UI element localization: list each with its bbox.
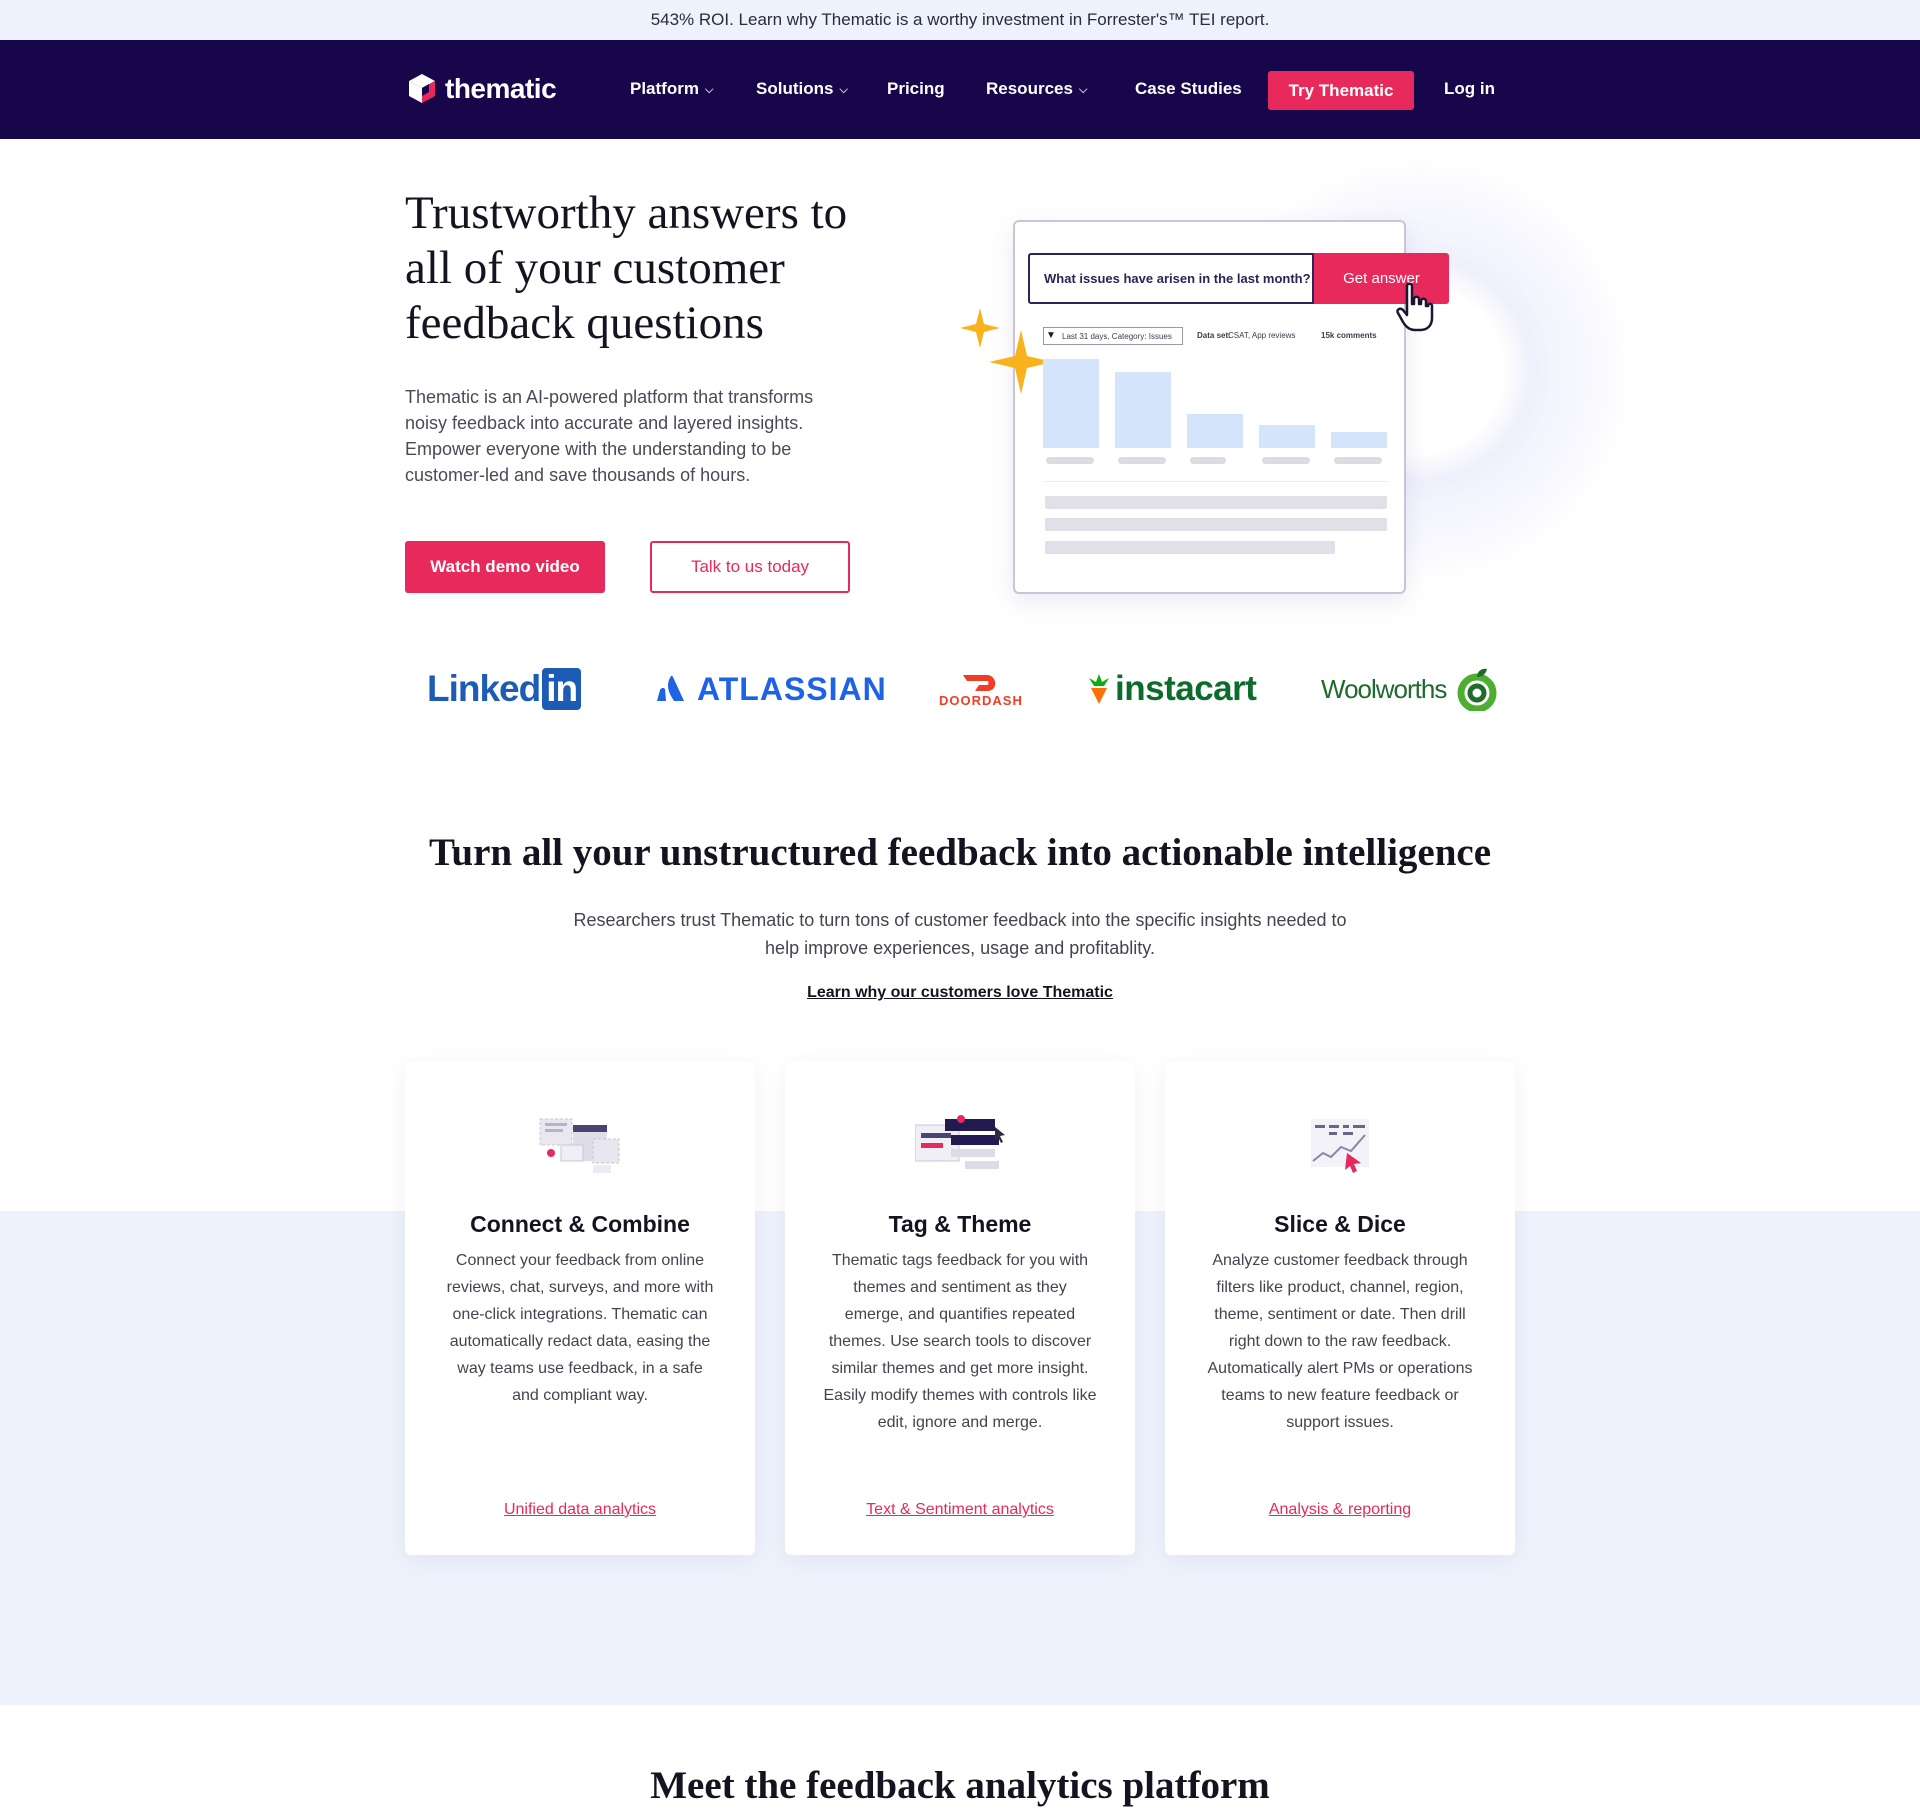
login-link[interactable]: Log in: [1444, 79, 1495, 99]
mock-bar: [1115, 372, 1171, 448]
feature-card-slice-dice: Slice & Dice Analyze customer feedback t…: [1165, 1061, 1515, 1555]
mock-bar-label: [1046, 457, 1094, 464]
nav-platform[interactable]: Platform ⌵: [630, 79, 713, 99]
announcement-bar[interactable]: 543% ROI. Learn why Thematic is a worthy…: [0, 0, 1920, 40]
linkedin-wordmark: Linked: [427, 668, 541, 709]
mock-bar: [1259, 425, 1315, 448]
card-title: Connect & Combine: [470, 1211, 690, 1237]
mock-bar-label: [1118, 457, 1166, 464]
watch-demo-button[interactable]: Watch demo video: [405, 541, 605, 593]
instacart-logo: instacart: [1087, 665, 1257, 713]
nav-pricing[interactable]: Pricing: [887, 79, 945, 99]
thematic-logo-icon: [409, 74, 435, 103]
mock-bar-label: [1334, 457, 1382, 464]
integrations-icon: [539, 1118, 620, 1173]
announcement-text[interactable]: 543% ROI. Learn why Thematic is a worthy…: [651, 10, 1270, 30]
woolworths-wordmark: Woolworths: [1321, 673, 1447, 704]
analytics-icon: [1311, 1119, 1369, 1173]
card-title: Tag & Theme: [888, 1211, 1032, 1237]
mock-text-line: [1045, 518, 1387, 531]
nav-platform-label: Platform: [630, 79, 699, 98]
mock-bar: [1187, 414, 1243, 448]
section-title: Turn all your unstructured feedback into…: [428, 831, 1492, 874]
mock-divider: [1043, 481, 1389, 482]
card-body: Connect your feedback from online review…: [446, 1252, 714, 1404]
nav-case-studies[interactable]: Case Studies: [1135, 79, 1242, 99]
instacart-wordmark: instacart: [1115, 669, 1257, 708]
mock-bar-label: [1190, 457, 1226, 464]
woolworths-mark-icon: [1457, 668, 1497, 711]
thematic-logo[interactable]: thematic: [405, 72, 557, 106]
hero-title: Trustworthy answers to all of your custo…: [405, 187, 848, 349]
nav-solutions[interactable]: Solutions ⌵: [756, 79, 848, 99]
top-navigation: thematic Platform ⌵ Solutions ⌵ Pricing …: [0, 40, 1920, 139]
atlassian-logo: ATLASSIAN: [657, 665, 887, 713]
nav-resources[interactable]: Resources ⌵: [986, 79, 1087, 99]
doordash-mark-icon: [962, 674, 996, 691]
mock-comments-count: 15k comments: [1321, 331, 1377, 340]
mock-bar-label: [1262, 457, 1310, 464]
card-body: Thematic tags feedback for you with them…: [823, 1252, 1097, 1431]
sparkle-icon: [960, 308, 1053, 394]
analysis-reporting-link[interactable]: Analysis & reporting: [1165, 1501, 1515, 1519]
nav-pricing-label: Pricing: [887, 79, 945, 98]
nav-case-studies-label: Case Studies: [1135, 79, 1242, 98]
card-body: Analyze customer feedback through filter…: [1207, 1252, 1473, 1431]
card-title: Slice & Dice: [1274, 1211, 1406, 1237]
unified-data-analytics-link[interactable]: Unified data analytics: [405, 1501, 755, 1519]
doordash-wordmark: DOORDASH: [939, 692, 1023, 708]
mock-bar: [1043, 359, 1099, 448]
mock-text-line: [1045, 496, 1387, 509]
chevron-down-icon: ⌵: [839, 83, 848, 96]
login-label: Log in: [1444, 79, 1495, 98]
mock-filter-chip: Last 31 days, Category: Issues: [1043, 327, 1183, 345]
nav-resources-label: Resources: [986, 79, 1073, 98]
themes-icon: [915, 1115, 1005, 1169]
chevron-down-icon: ⌵: [1078, 83, 1088, 96]
doordash-logo: DOORDASH: [939, 665, 1023, 713]
feature-card-tag-theme: Tag & Theme Thematic tags feedback for y…: [785, 1061, 1135, 1555]
atlassian-wordmark: ATLASSIAN: [697, 670, 887, 707]
pointer-hand-icon: [1396, 282, 1434, 332]
carrot-icon: [1089, 674, 1109, 704]
woolworths-logo: Woolworths: [1321, 665, 1500, 713]
talk-to-us-button[interactable]: Talk to us today: [650, 541, 850, 593]
text-sentiment-analytics-link[interactable]: Text & Sentiment analytics: [785, 1501, 1135, 1519]
linkedin-in-mark: in: [542, 668, 582, 710]
hero-description: Thematic is an AI-powered platform that …: [405, 387, 814, 485]
mock-dataset-label: Data set:: [1197, 331, 1231, 340]
logo-wordmark: thematic: [445, 73, 557, 104]
nav-solutions-label: Solutions: [756, 79, 834, 98]
mock-text-line: [1045, 541, 1335, 554]
mock-bar: [1331, 432, 1387, 448]
feature-card-connect: Connect & Combine Connect your feedback …: [405, 1061, 755, 1555]
next-section-title: Meet the feedback analytics platform: [650, 1764, 1270, 1807]
try-thematic-button[interactable]: Try Thematic: [1268, 71, 1414, 110]
filter-funnel-icon: ▼: [1046, 330, 1056, 341]
mock-dataset-value: CSAT, App reviews: [1228, 331, 1296, 340]
section-subtitle: Researchers trust Thematic to turn tons …: [573, 910, 1347, 958]
linkedin-logo: Linked in: [427, 665, 582, 713]
chevron-down-icon: ⌵: [704, 83, 714, 96]
mock-search-input: What issues have arisen in the last mont…: [1028, 253, 1314, 304]
atlassian-mark-icon: [657, 675, 684, 701]
customers-love-link[interactable]: Learn why our customers love Thematic: [0, 984, 1920, 1002]
